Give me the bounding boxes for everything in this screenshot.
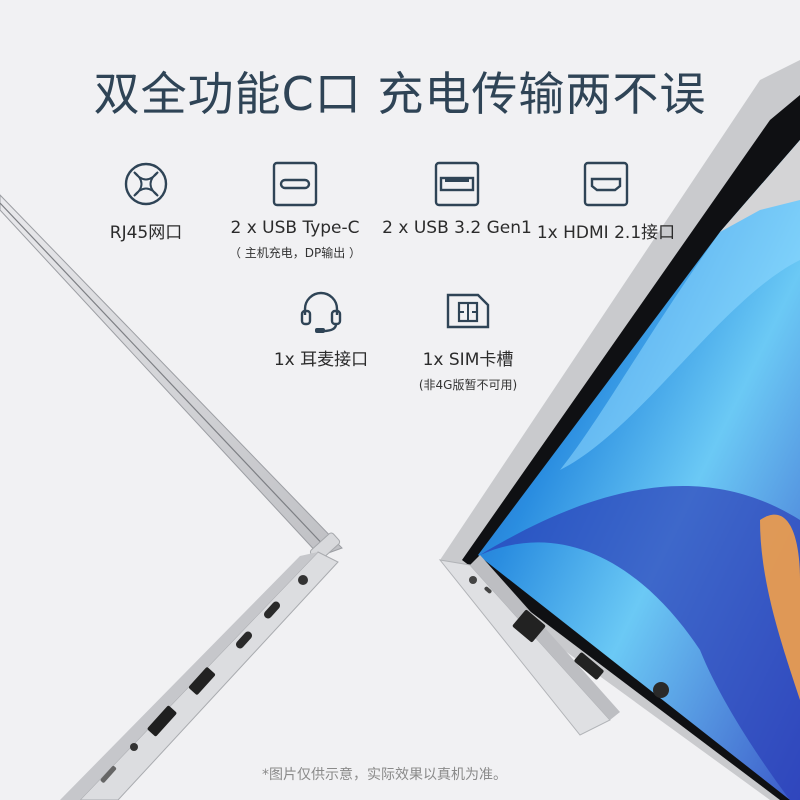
port-hdmi: 1x HDMI 2.1接口: [536, 160, 676, 243]
port-rj45: RJ45网口: [96, 160, 196, 243]
sim-card-icon: [398, 287, 538, 335]
headset-icon: [256, 287, 386, 335]
disclaimer: *图片仅供示意，实际效果以真机为准。: [262, 767, 507, 783]
port-label: 1x 耳麦接口: [273, 350, 369, 370]
port-note: (非4G版暂不可用): [418, 378, 518, 392]
port-usb-c: 2 x USB Type-C （ 主机充电，DP输出 ）: [220, 160, 370, 261]
port-note: （ 主机充电，DP输出 ）: [228, 246, 362, 260]
port-label: RJ45网口: [109, 223, 183, 243]
port-usb-a: 2 x USB 3.2 Gen1: [382, 160, 532, 238]
headline: 双全功能C口 充电传输两不误: [93, 67, 707, 121]
port-headset: 1x 耳麦接口: [256, 287, 386, 370]
port-label: 1x HDMI 2.1接口: [536, 223, 676, 243]
port-sim: 1x SIM卡槽 (非4G版暂不可用): [398, 287, 538, 393]
port-label: 1x SIM卡槽: [422, 350, 514, 370]
usb-a-icon: [382, 160, 532, 208]
port-label: 2 x USB Type-C: [230, 218, 360, 238]
usb-c-icon: [220, 160, 370, 208]
rj45-icon: [96, 160, 196, 208]
left-laptop: [0, 194, 343, 800]
hdmi-icon: [536, 160, 676, 208]
port-label: 2 x USB 3.2 Gen1: [382, 218, 532, 238]
